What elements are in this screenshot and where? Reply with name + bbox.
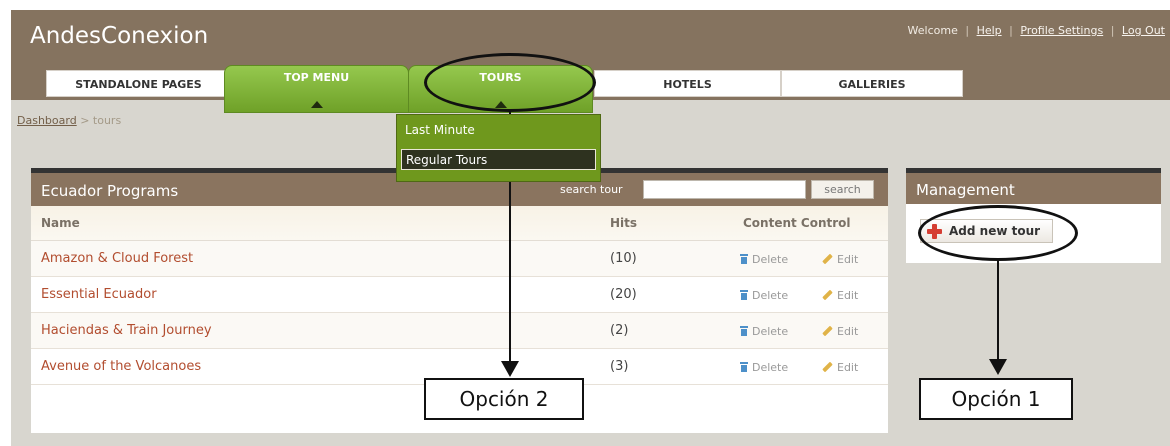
- tab-label: TOP MENU: [283, 71, 350, 84]
- separator: |: [1110, 24, 1115, 37]
- option-2-box: Opción 2: [424, 378, 584, 420]
- search-label: search tour: [560, 183, 623, 196]
- edit-label: Edit: [837, 289, 859, 302]
- edit-button[interactable]: Edit: [822, 253, 858, 266]
- dropdown-item-regular-tours[interactable]: Regular Tours: [401, 149, 596, 170]
- tab-label: GALLERIES: [838, 78, 906, 91]
- dropdown-item-label: Regular Tours: [406, 153, 488, 167]
- edit-label: Edit: [837, 361, 859, 374]
- separator: |: [965, 24, 970, 37]
- tab-tours[interactable]: TOURS: [408, 65, 593, 113]
- user-links: Welcome | Help | Profile Settings | Log …: [908, 24, 1165, 37]
- active-tab-indicator: [494, 101, 507, 108]
- app-title: AndesConexion: [30, 23, 209, 49]
- breadcrumb-separator: >: [80, 114, 90, 127]
- hits-count: (20): [610, 287, 637, 302]
- hits-count: (2): [610, 323, 629, 338]
- dropdown-item-label: Last Minute: [405, 123, 475, 137]
- edit-label: Edit: [837, 325, 859, 338]
- column-name: Name: [41, 216, 80, 230]
- help-link[interactable]: Help: [977, 24, 1002, 37]
- tab-standalone-pages[interactable]: STANDALONE PAGES: [46, 70, 231, 97]
- tour-name-link[interactable]: Amazon & Cloud Forest: [41, 251, 193, 266]
- welcome-text: Welcome: [907, 24, 958, 37]
- pencil-icon: [822, 361, 833, 373]
- pencil-icon: [822, 289, 833, 301]
- tour-name-link[interactable]: Avenue of the Volcanoes: [41, 359, 201, 374]
- column-content-control: Content Control: [743, 216, 851, 230]
- dropdown-item-last-minute[interactable]: Last Minute: [401, 120, 596, 141]
- delete-label: Delete: [752, 325, 789, 338]
- option-1-box: Opción 1: [919, 378, 1073, 420]
- table-row: Haciendas & Train Journey (2) Delete Edi…: [31, 313, 888, 349]
- tour-name-link[interactable]: Essential Ecuador: [41, 287, 157, 302]
- delete-button[interactable]: Delete: [739, 361, 788, 374]
- delete-label: Delete: [752, 361, 789, 374]
- trash-icon: [739, 362, 749, 372]
- breadcrumb-dashboard-link[interactable]: Dashboard: [17, 114, 77, 127]
- delete-label: Delete: [752, 289, 789, 302]
- management-panel: Management Add new tour: [906, 168, 1161, 263]
- separator: |: [1009, 24, 1013, 37]
- hits-count: (10): [610, 251, 637, 266]
- profile-settings-link[interactable]: Profile Settings: [1020, 24, 1103, 37]
- edit-button[interactable]: Edit: [822, 361, 858, 374]
- tour-name-link[interactable]: Haciendas & Train Journey: [41, 323, 212, 338]
- tours-dropdown-menu: Last Minute Regular Tours: [396, 114, 601, 182]
- logout-link[interactable]: Log Out: [1122, 24, 1165, 37]
- edit-button[interactable]: Edit: [822, 325, 858, 338]
- tab-label: TOURS: [479, 71, 522, 84]
- column-hits: Hits: [610, 216, 638, 230]
- delete-label: Delete: [752, 253, 789, 266]
- edit-label: Edit: [837, 253, 859, 266]
- trash-icon: [739, 326, 749, 336]
- panel-title: Ecuador Programs: [41, 182, 179, 200]
- option-1-connector-line: [997, 261, 999, 361]
- trash-icon: [739, 254, 749, 264]
- hits-count: (3): [610, 359, 629, 374]
- active-tab-indicator: [310, 101, 323, 108]
- search-input[interactable]: [643, 180, 806, 199]
- app-frame: AndesConexion Welcome | Help | Profile S…: [11, 10, 1170, 446]
- plus-icon: [927, 224, 942, 239]
- tab-hotels[interactable]: HOTELS: [594, 70, 781, 97]
- table-row: Essential Ecuador (20) Delete Edit: [31, 277, 888, 313]
- delete-button[interactable]: Delete: [739, 325, 788, 338]
- tab-label: HOTELS: [663, 78, 712, 91]
- table-header: Name Hits Content Control: [31, 206, 888, 241]
- search-button[interactable]: search: [811, 180, 874, 199]
- add-new-tour-button[interactable]: Add new tour: [920, 219, 1053, 243]
- breadcrumb: Dashboard > tours: [17, 114, 121, 127]
- delete-button[interactable]: Delete: [739, 289, 788, 302]
- edit-button[interactable]: Edit: [822, 289, 858, 302]
- management-header: Management: [906, 173, 1161, 204]
- table-row: Amazon & Cloud Forest (10) Delete Edit: [31, 241, 888, 277]
- add-new-tour-label: Add new tour: [949, 224, 1041, 238]
- tab-top-menu[interactable]: TOP MENU: [224, 65, 409, 113]
- tab-label: STANDALONE PAGES: [75, 78, 202, 91]
- management-title: Management: [916, 181, 1015, 199]
- trash-icon: [739, 290, 749, 300]
- delete-button[interactable]: Delete: [739, 253, 788, 266]
- option-1-arrow: [989, 359, 1007, 375]
- pencil-icon: [822, 253, 833, 265]
- pencil-icon: [822, 325, 833, 337]
- breadcrumb-current: tours: [92, 114, 122, 127]
- tab-galleries[interactable]: GALLERIES: [781, 70, 963, 97]
